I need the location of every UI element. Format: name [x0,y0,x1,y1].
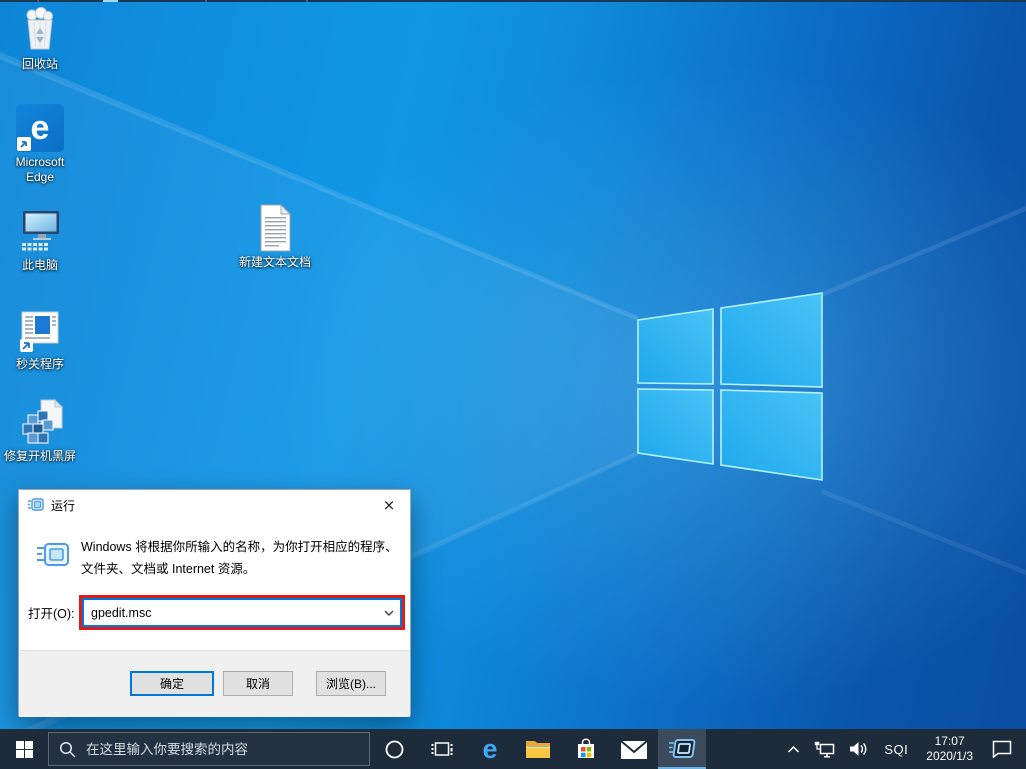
browse-button[interactable]: 浏览(B)... [316,671,386,696]
cortana-button[interactable] [370,729,418,769]
start-icon [15,740,33,758]
start-button[interactable] [0,729,48,769]
action-center-icon[interactable] [982,729,1026,769]
registry-icon [15,398,65,446]
run-dialog: 运行 × Windows 将根据你所输入的名称，为你打开相应的程序、 文件夹、文… [18,489,411,717]
mail-icon [621,739,647,759]
run-command-input[interactable] [84,605,378,620]
network-icon[interactable] [807,729,842,769]
dropdown-chevron-icon[interactable] [378,610,400,616]
desktop-icon-label: 秒关程序 [15,357,64,371]
store-button[interactable] [562,729,610,769]
taskbar-search[interactable] [48,732,370,766]
run-dialog-icon [28,498,44,511]
edge-icon: e [16,104,64,152]
tray-date: 2020/1/3 [926,749,973,763]
edge-icon: e [482,733,498,764]
dialog-footer: 确定 取消 浏览(B)... [19,650,410,717]
recycle-bin-icon [16,6,64,54]
system-tray: SQI 17:07 2020/1/3 [780,729,1026,769]
desktop-icon-label: 新建文本文档 [238,255,311,269]
file-explorer-button[interactable] [514,729,562,769]
desktop-icon-label: Microsoft Edge [15,155,65,184]
run-command-combobox[interactable] [82,598,402,627]
desktop-icon-recycle-bin[interactable]: 回收站 [0,6,80,72]
file-explorer-icon [526,741,550,758]
run-dialog-body-icon [36,542,70,573]
desktop-icon-this-pc[interactable]: 此电脑 [0,207,80,273]
top-window-edge [0,0,1026,2]
ok-button[interactable]: 确定 [130,671,214,696]
run-app-taskbar-button[interactable] [658,729,706,769]
dialog-description: Windows 将根据你所输入的名称，为你打开相应的程序、 文件夹、文档或 In… [81,540,398,576]
text-document-icon [257,204,293,252]
close-icon[interactable]: × [368,490,410,520]
run-app-icon [669,739,696,758]
clock[interactable]: 17:07 2020/1/3 [917,729,982,769]
app-window-icon [16,306,64,354]
desktop-icon-app-shortcut[interactable]: 秒关程序 [0,306,80,372]
desktop-icon-microsoft-edge[interactable]: e Microsoft Edge [0,104,80,185]
search-icon [59,741,76,758]
search-input[interactable] [86,741,359,757]
task-view-button[interactable] [418,729,466,769]
red-highlight-box [79,595,405,630]
desktop-icon-label: 修复开机黑屏 [3,449,76,463]
ime-indicator[interactable]: SQI [875,729,917,769]
cortana-icon [385,740,403,758]
desktop-icon-label: 此电脑 [21,258,58,272]
taskbar: e [0,729,1026,769]
desktop-icon-text-document[interactable]: 新建文本文档 [235,204,315,270]
store-icon [578,738,594,758]
run-dialog-titlebar[interactable]: 运行 × [19,490,410,520]
dialog-title: 运行 [51,498,76,513]
tray-chevron-up-icon[interactable] [780,729,807,769]
this-pc-icon [16,207,64,255]
volume-icon[interactable] [842,729,875,769]
mail-button[interactable] [610,729,658,769]
desktop-icon-label: 回收站 [21,57,58,71]
task-view-icon [431,742,453,756]
desktop-icon-registry-fix[interactable]: 修复开机黑屏 [0,398,80,464]
open-field-label: 打开(O): [28,607,75,621]
cancel-button[interactable]: 取消 [223,671,293,696]
edge-taskbar-button[interactable]: e [466,729,514,769]
tray-time: 17:07 [934,734,965,748]
